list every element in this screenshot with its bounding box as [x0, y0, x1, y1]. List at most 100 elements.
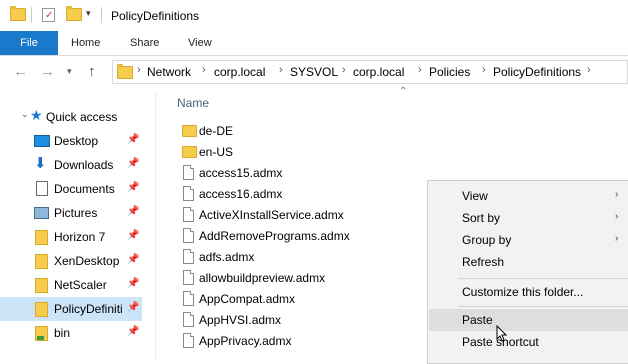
- pin-icon[interactable]: 📌: [127, 134, 139, 145]
- folder-icon: [35, 278, 48, 293]
- file-name: en-US: [199, 145, 234, 159]
- pictures-icon: [34, 207, 49, 219]
- sidebar-item-quick-access[interactable]: ⌄ ★ Quick access: [0, 105, 142, 129]
- folder-icon: [182, 146, 197, 158]
- file-icon: [183, 291, 194, 306]
- menu-item-refresh[interactable]: Refresh: [429, 251, 628, 273]
- desktop-icon: [34, 135, 50, 147]
- pin-icon[interactable]: 📌: [127, 302, 139, 313]
- breadcrumb-policies[interactable]: Policies: [429, 65, 470, 79]
- file-icon: [183, 228, 194, 243]
- forward-arrow-icon[interactable]: →: [40, 63, 55, 80]
- file-name: adfs.admx: [199, 250, 255, 264]
- pin-icon[interactable]: 📌: [127, 182, 139, 193]
- menu-item-sort-by[interactable]: Sort by ›: [429, 207, 628, 229]
- pin-icon[interactable]: 📌: [127, 230, 139, 241]
- pin-icon[interactable]: 📌: [127, 278, 139, 289]
- properties-icon[interactable]: ✓: [42, 8, 55, 22]
- new-folder-icon[interactable]: [66, 6, 82, 21]
- sidebar-item-bin[interactable]: bin 📌: [0, 321, 142, 345]
- menu-item-label: Refresh: [462, 255, 505, 269]
- chevron-right-icon[interactable]: ›: [279, 64, 283, 76]
- file-icon: [183, 249, 194, 264]
- back-arrow-icon[interactable]: ←: [13, 63, 28, 80]
- sidebar-item-label: bin: [54, 326, 71, 340]
- folder-icon: [117, 64, 133, 79]
- sidebar-item-horizon-7[interactable]: Horizon 7 📌: [0, 225, 142, 249]
- list-item[interactable]: AppCompat.admx: [180, 289, 430, 310]
- pin-icon[interactable]: 📌: [127, 158, 139, 169]
- download-icon: ⬇: [34, 155, 47, 172]
- chevron-right-icon[interactable]: ›: [202, 64, 206, 76]
- menu-item-group-by[interactable]: Group by ›: [429, 229, 628, 251]
- folder-icon: [10, 6, 26, 21]
- address-bar[interactable]: › Network › corp.local › SYSVOL › corp.l…: [112, 60, 628, 84]
- ribbon-tabs: File Home Share View: [0, 31, 628, 56]
- tab-share[interactable]: Share: [130, 31, 159, 55]
- file-icon: [183, 207, 194, 222]
- navigation-pane: ⌄ ★ Quick access Desktop 📌 ⬇ Downloads 📌…: [0, 92, 142, 360]
- chevron-down-icon[interactable]: ⌄: [21, 109, 29, 120]
- breadcrumb-corp-local-2[interactable]: corp.local: [353, 65, 404, 79]
- sidebar-item-label: Downloads: [54, 158, 114, 172]
- sidebar-item-netscaler[interactable]: NetScaler 📌: [0, 273, 142, 297]
- chevron-right-icon[interactable]: ›: [342, 64, 346, 76]
- chevron-right-icon[interactable]: ›: [482, 64, 486, 76]
- recent-locations-icon[interactable]: ▾: [67, 66, 72, 77]
- list-item[interactable]: ActiveXInstallService.admx: [180, 205, 430, 226]
- file-name: de-DE: [199, 124, 234, 138]
- sidebar-item-documents[interactable]: Documents 📌: [0, 177, 142, 201]
- chevron-right-icon[interactable]: ›: [587, 64, 591, 76]
- file-icon: [183, 333, 194, 348]
- file-name: AppHVSI.admx: [199, 313, 282, 327]
- menu-item-paste[interactable]: Paste: [429, 309, 628, 331]
- customize-toolbar-icon[interactable]: ▾: [86, 8, 91, 19]
- pane-divider[interactable]: [155, 92, 156, 360]
- tab-file[interactable]: File: [0, 31, 58, 55]
- menu-separator: [458, 278, 628, 279]
- breadcrumb-policydefinitions[interactable]: PolicyDefinitions: [493, 65, 581, 79]
- folder-icon: [182, 125, 197, 137]
- chevron-right-icon: ›: [615, 233, 619, 244]
- sidebar-item-policydefinitions[interactable]: PolicyDefiniti 📌: [0, 297, 142, 321]
- up-arrow-icon[interactable]: ↑: [88, 63, 96, 80]
- menu-item-label: Group by: [462, 233, 512, 247]
- sidebar-item-downloads[interactable]: ⬇ Downloads 📌: [0, 153, 142, 177]
- menu-item-customize-folder[interactable]: Customize this folder...: [429, 281, 628, 303]
- list-item[interactable]: AddRemovePrograms.admx: [180, 226, 430, 247]
- chevron-right-icon[interactable]: ›: [137, 64, 141, 76]
- tab-view[interactable]: View: [188, 31, 212, 55]
- divider: [31, 7, 32, 23]
- list-item[interactable]: allowbuildpreview.admx: [180, 268, 430, 289]
- file-icon: [183, 186, 194, 201]
- pin-icon[interactable]: 📌: [127, 254, 139, 265]
- folder-icon: [35, 254, 48, 269]
- tab-home[interactable]: Home: [71, 31, 100, 55]
- list-item[interactable]: AppHVSI.admx: [180, 310, 430, 331]
- chevron-right-icon[interactable]: ›: [418, 64, 422, 76]
- list-item[interactable]: access15.admx: [180, 163, 430, 184]
- list-item[interactable]: adfs.admx: [180, 247, 430, 268]
- list-item[interactable]: access16.admx: [180, 184, 430, 205]
- list-item[interactable]: en-US: [180, 142, 430, 163]
- breadcrumb-sysvol[interactable]: SYSVOL: [290, 65, 338, 79]
- column-header-name[interactable]: Name: [177, 96, 209, 110]
- sidebar-item-label: Documents: [54, 182, 115, 196]
- sidebar-item-xendesktop[interactable]: XenDesktop 📌: [0, 249, 142, 273]
- sidebar-item-label: Pictures: [54, 206, 98, 220]
- sidebar-item-desktop[interactable]: Desktop 📌: [0, 129, 142, 153]
- pin-icon[interactable]: 📌: [127, 206, 139, 217]
- list-item[interactable]: de-DE: [180, 121, 430, 142]
- context-menu: View › Sort by › Group by › Refresh Customi…: [427, 180, 628, 364]
- breadcrumb-network[interactable]: Network: [147, 65, 191, 79]
- menu-item-view[interactable]: View ›: [429, 185, 628, 207]
- breadcrumb-corp-local[interactable]: corp.local: [214, 65, 265, 79]
- list-item[interactable]: AppPrivacy.admx: [180, 331, 430, 352]
- menu-item-label: Sort by: [462, 211, 501, 225]
- pin-icon[interactable]: 📌: [127, 326, 139, 337]
- file-name: AppPrivacy.admx: [199, 334, 292, 348]
- menu-item-paste-shortcut[interactable]: Paste shortcut: [429, 331, 628, 353]
- file-name: AppCompat.admx: [199, 292, 296, 306]
- sidebar-item-pictures[interactable]: Pictures 📌: [0, 201, 142, 225]
- menu-separator: [458, 306, 628, 307]
